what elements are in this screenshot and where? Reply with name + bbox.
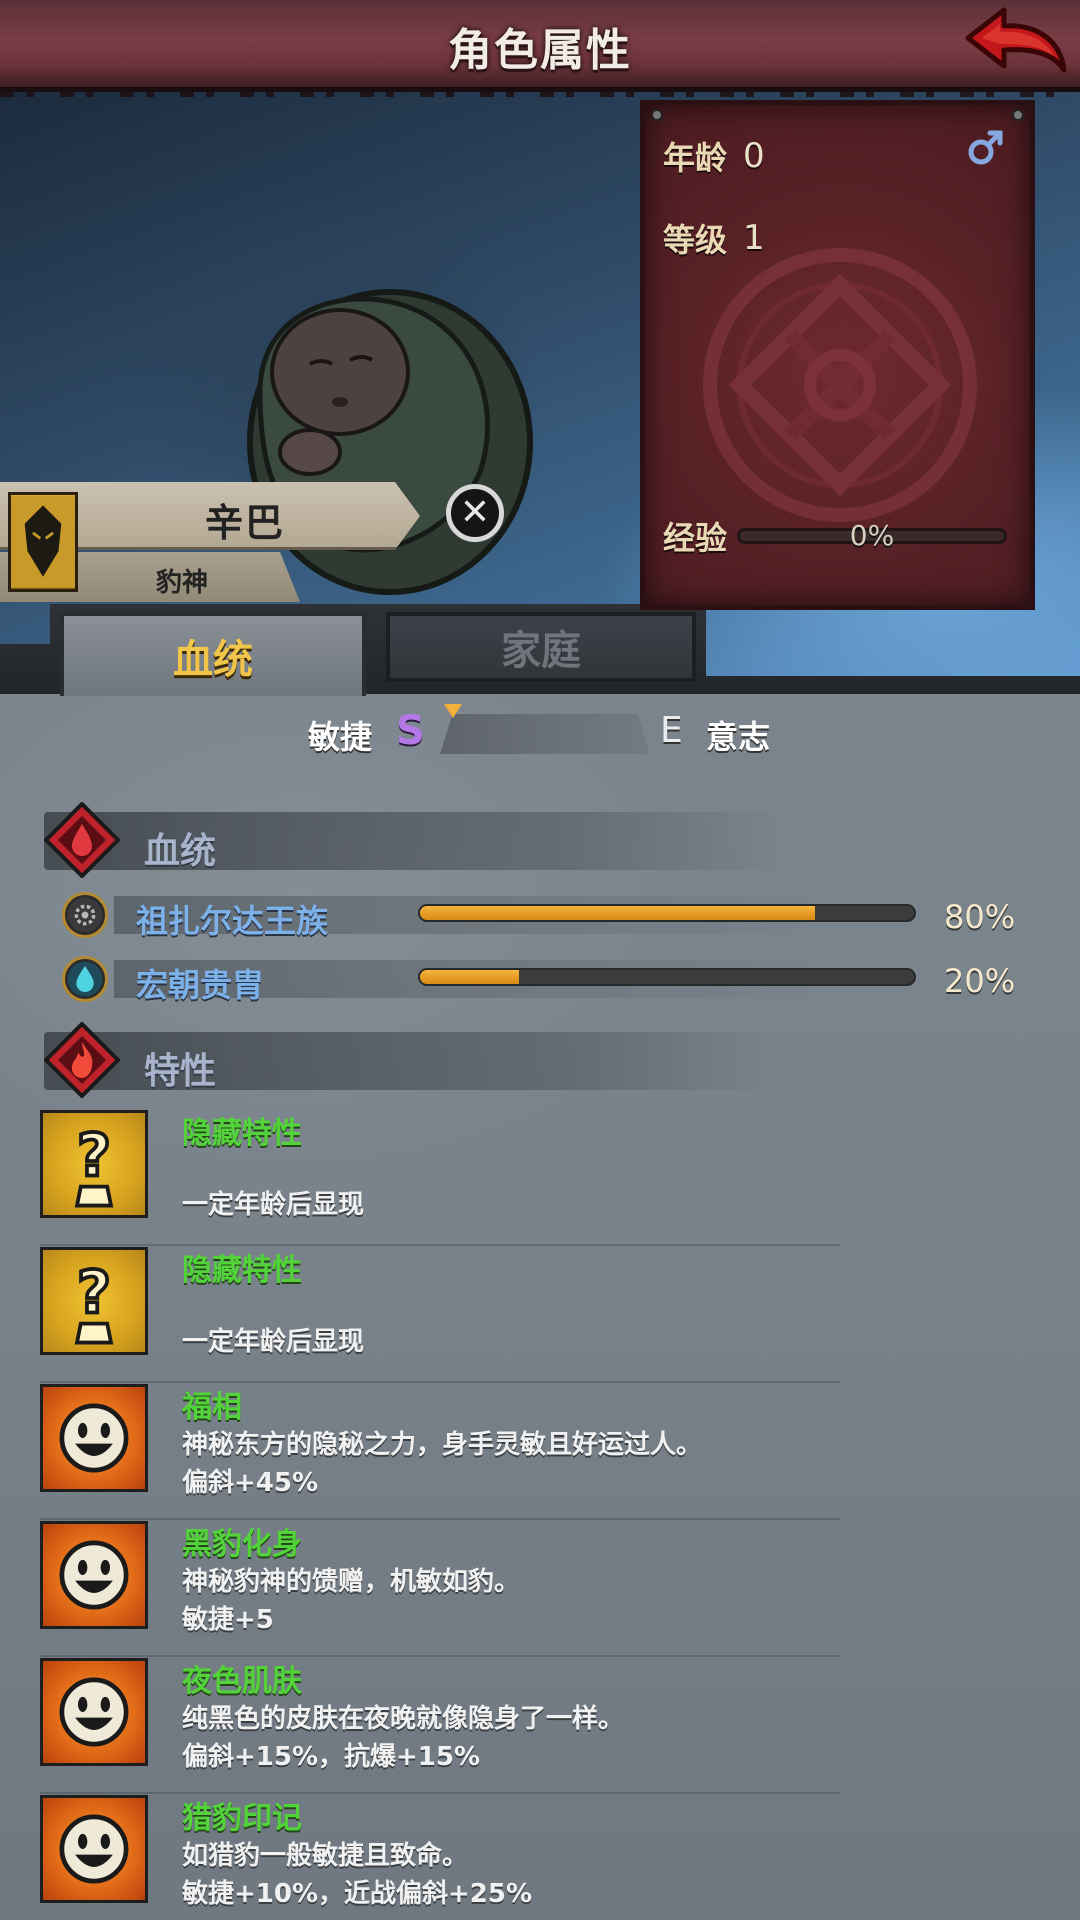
trait-row[interactable]: 猎豹印记如猎豹一般敏捷且致命。敏捷+10%，近战偏斜+25% bbox=[40, 1795, 1040, 1920]
tab-bloodline[interactable]: 血统 bbox=[60, 612, 366, 696]
lineage-progress-bar bbox=[418, 968, 916, 986]
question-mark-icon: ? bbox=[40, 1110, 148, 1218]
lineage-name: 宏朝贵胄 bbox=[136, 966, 265, 1004]
gear-emblem-icon bbox=[62, 892, 108, 938]
trait-divider bbox=[40, 1518, 840, 1520]
smiley-face-icon bbox=[40, 1521, 148, 1629]
panther-god-portrait-icon bbox=[8, 492, 78, 592]
trait-row[interactable]: 黑豹化身神秘豹神的馈赠，机敏如豹。 敏捷+5 bbox=[40, 1521, 1040, 1657]
age-value: 0 bbox=[743, 136, 765, 176]
trait-row[interactable]: ? 隐藏特性一定年龄后显现 bbox=[40, 1110, 1040, 1246]
trait-effect: 敏捷+10%，近战偏斜+25% bbox=[182, 1879, 533, 1909]
will-label: 意志 bbox=[706, 718, 771, 756]
trait-description: 如猎豹一般敏捷且致命。 bbox=[182, 1841, 469, 1871]
lineage-percent: 80% bbox=[944, 898, 1016, 936]
age-label: 年龄 bbox=[663, 139, 728, 177]
fire-icon bbox=[44, 1022, 120, 1098]
character-title: 豹神 bbox=[156, 568, 209, 598]
lineage-progress-fill bbox=[420, 970, 519, 984]
bloodline-section-title: 血统 bbox=[144, 831, 217, 872]
header-bar: 角色属性 bbox=[0, 0, 1080, 97]
trait-effect: 偏斜+15%，抗爆+15% bbox=[182, 1742, 481, 1772]
bloodline-section-header: 血统 bbox=[44, 802, 784, 878]
age-row: 年龄 0 bbox=[663, 133, 765, 179]
trait-effect: 偏斜+45% bbox=[182, 1468, 319, 1498]
smiley-face-icon bbox=[40, 1795, 148, 1903]
male-gender-icon bbox=[968, 130, 1003, 165]
trait-description: 纯黑色的皮肤在夜晚就像隐身了一样。 bbox=[182, 1704, 625, 1734]
stats-banner: 年龄 0 等级 1 经验 0% bbox=[640, 100, 1035, 610]
back-arrow-icon[interactable] bbox=[960, 4, 1070, 84]
traits-section-title: 特性 bbox=[144, 1051, 217, 1092]
trait-effect: 敏捷+5 bbox=[182, 1605, 274, 1635]
exp-label: 经验 bbox=[663, 519, 728, 557]
banner-pin bbox=[651, 109, 663, 121]
lineage-progress-bar bbox=[418, 904, 916, 922]
level-label: 等级 bbox=[663, 221, 728, 259]
tab-family[interactable]: 家庭 bbox=[386, 612, 696, 682]
trait-name: 夜色肌肤 bbox=[182, 1664, 302, 1699]
will-grade: E bbox=[660, 710, 683, 751]
trait-name: 福相 bbox=[182, 1390, 242, 1425]
lineage-percent: 20% bbox=[944, 962, 1016, 1000]
trait-name: 猎豹印记 bbox=[182, 1801, 302, 1836]
svg-text:?: ? bbox=[77, 1121, 111, 1189]
trait-divider bbox=[40, 1381, 840, 1383]
trait-description: 神秘豹神的馈赠，机敏如豹。 bbox=[182, 1567, 521, 1597]
trait-divider bbox=[40, 1244, 840, 1246]
trait-name: 黑豹化身 bbox=[182, 1527, 302, 1562]
agility-grade: S bbox=[396, 708, 425, 754]
smiley-face-icon bbox=[40, 1658, 148, 1766]
lineage-row: 祖扎尔达王族 80% bbox=[58, 892, 1028, 940]
lineage-progress-fill bbox=[420, 906, 816, 920]
trait-row[interactable]: 福相神秘东方的隐秘之力，身手灵敏且好运过人。 偏斜+45% bbox=[40, 1384, 1040, 1520]
close-button[interactable]: ✕ bbox=[446, 484, 504, 542]
lineage-row: 宏朝贵胄 20% bbox=[58, 956, 1028, 1004]
smiley-face-icon bbox=[40, 1384, 148, 1492]
water-emblem-icon bbox=[62, 956, 108, 1002]
page-title: 角色属性 bbox=[448, 25, 632, 76]
trait-description: 一定年龄后显现 bbox=[182, 1190, 365, 1220]
trait-row[interactable]: ? 隐藏特性一定年龄后显现 bbox=[40, 1247, 1040, 1383]
agility-label: 敏捷 bbox=[308, 718, 373, 756]
level-value: 1 bbox=[743, 218, 765, 258]
question-mark-icon: ? bbox=[40, 1247, 148, 1355]
attribute-marker-icon bbox=[444, 704, 462, 718]
svg-text:?: ? bbox=[77, 1258, 111, 1326]
attribute-range-track bbox=[440, 714, 650, 754]
trait-name: 隐藏特性 bbox=[182, 1253, 302, 1288]
attribute-range-row: 敏捷 S E 意志 bbox=[0, 700, 1080, 760]
exp-value: 0% bbox=[849, 519, 895, 552]
trait-row[interactable]: 夜色肌肤纯黑色的皮肤在夜晚就像隐身了一样。 偏斜+15%，抗爆+15% bbox=[40, 1658, 1040, 1794]
blood-drop-icon bbox=[44, 802, 120, 878]
trait-name: 隐藏特性 bbox=[182, 1116, 302, 1151]
trait-divider bbox=[40, 1792, 840, 1794]
character-name: 辛巴 bbox=[205, 501, 286, 545]
banner-pin bbox=[1012, 109, 1024, 121]
exp-bar: 0% bbox=[737, 519, 1008, 552]
character-scene: 年龄 0 等级 1 经验 0% 辛巴 豹神 ✕ bbox=[0, 92, 1080, 682]
trait-description: 一定年龄后显现 bbox=[182, 1327, 365, 1357]
trait-description: 神秘东方的隐秘之力，身手灵敏且好运过人。 bbox=[182, 1430, 703, 1460]
level-row: 等级 1 bbox=[663, 215, 765, 261]
trait-divider bbox=[40, 1655, 840, 1657]
exp-row: 经验 0% bbox=[663, 513, 1008, 559]
celtic-knot-emblem bbox=[703, 248, 977, 522]
traits-section-header: 特性 bbox=[44, 1022, 784, 1098]
lineage-name: 祖扎尔达王族 bbox=[136, 902, 329, 940]
